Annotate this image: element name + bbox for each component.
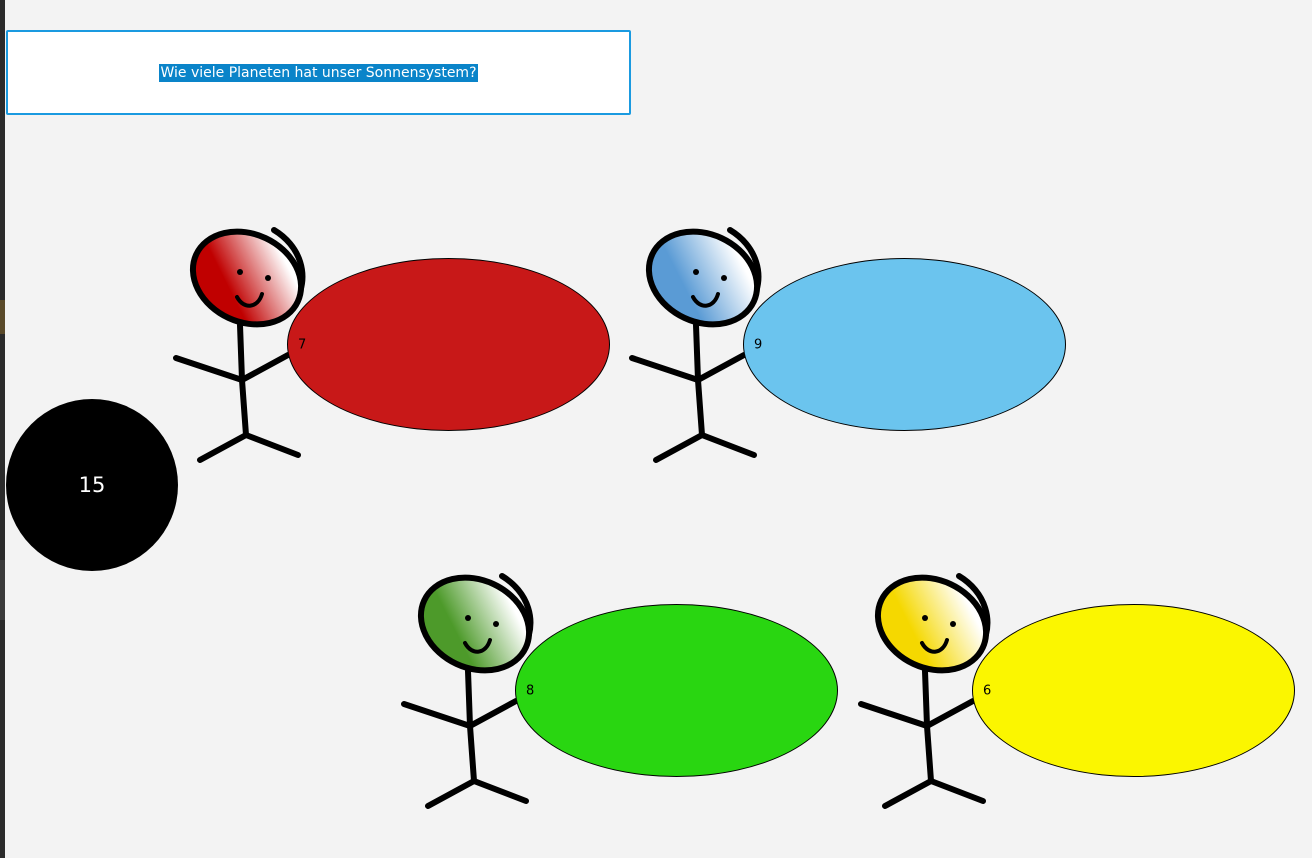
player-green: 8 xyxy=(401,573,862,826)
answer-label-green: 8 xyxy=(526,683,535,698)
answer-label-yellow: 6 xyxy=(983,683,992,698)
answer-option-green[interactable]: 8 xyxy=(515,604,838,777)
answer-option-yellow[interactable]: 6 xyxy=(972,604,1295,777)
timer-value: 15 xyxy=(78,473,106,497)
countdown-timer: 15 xyxy=(6,399,178,571)
player-yellow: 6 xyxy=(858,573,1312,826)
answer-option-blue[interactable]: 9 xyxy=(743,258,1066,431)
player-blue: 9 xyxy=(629,227,1090,480)
game-stage: Wie viele Planeten hat unser Sonnensyste… xyxy=(0,0,1312,858)
answer-label-red: 7 xyxy=(298,337,307,352)
answer-option-red[interactable]: 7 xyxy=(287,258,610,431)
question-text: Wie viele Planeten hat unser Sonnensyste… xyxy=(159,63,478,82)
player-red: 7 xyxy=(173,227,634,480)
question-box[interactable]: Wie viele Planeten hat unser Sonnensyste… xyxy=(6,30,631,115)
answer-label-blue: 9 xyxy=(754,337,763,352)
left-edge-strip xyxy=(0,0,5,858)
